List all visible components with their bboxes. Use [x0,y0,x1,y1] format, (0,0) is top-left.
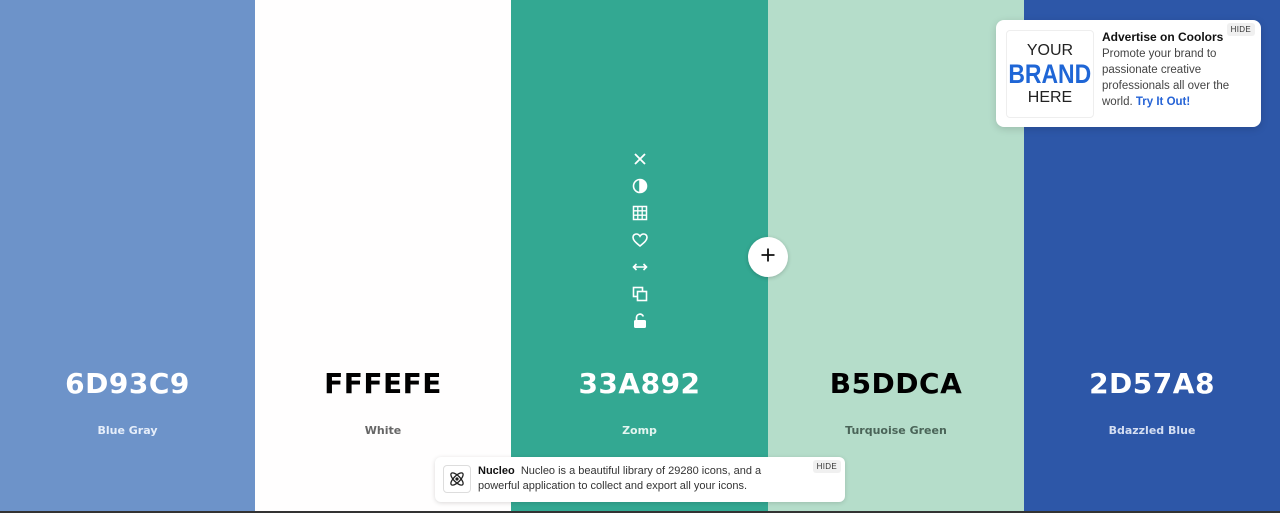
atom-icon[interactable] [443,465,471,493]
nucleo-ad: Nucleo Nucleo is a beautiful library of … [435,457,845,502]
swatch-zomp[interactable]: 33A892 Zomp [511,0,768,513]
color-name[interactable]: Zomp [511,424,768,437]
drag-horizontal-icon[interactable] [631,258,649,276]
nucleo-text: Nucleo Nucleo is a beautiful library of … [478,464,798,494]
close-icon[interactable] [631,150,649,168]
unlock-icon[interactable] [631,312,649,330]
hide-nucleo-button[interactable]: HIDE [812,460,841,473]
logo-line: BRAND [1008,58,1092,89]
hex-code[interactable]: 33A892 [511,367,768,400]
plus-icon [760,247,776,268]
hex-code[interactable]: 6D93C9 [0,367,255,400]
brand-logo[interactable]: YOUR BRAND HERE [1006,30,1094,118]
swatch-white[interactable]: FFFEFE White [255,0,511,513]
add-color-button[interactable] [748,237,788,277]
color-name[interactable]: Turquoise Green [768,424,1024,437]
copy-icon[interactable] [631,285,649,303]
try-it-out-link[interactable]: Try It Out! [1136,96,1190,108]
swatch-turquoise-green[interactable]: B5DDCA Turquoise Green [768,0,1024,513]
swatch-toolbar [631,150,649,330]
hex-code[interactable]: B5DDCA [768,367,1024,400]
color-name[interactable]: Blue Gray [0,424,255,437]
heart-icon[interactable] [631,231,649,249]
grid-icon[interactable] [631,204,649,222]
ad-text: Promote your brand to passionate creativ… [1102,46,1250,110]
nucleo-body: Nucleo is a beautiful library of 29280 i… [478,465,762,492]
logo-line: HERE [1027,88,1073,106]
nucleo-title[interactable]: Nucleo [478,465,515,477]
logo-line: YOUR [1026,41,1074,59]
color-name[interactable]: White [255,424,511,437]
hex-code[interactable]: 2D57A8 [1024,367,1280,400]
swatch-blue-gray[interactable]: 6D93C9 Blue Gray [0,0,255,513]
hide-ad-button[interactable]: HIDE [1226,23,1255,36]
ad-card: YOUR BRAND HERE Advertise on Coolors Pro… [996,20,1261,127]
contrast-icon[interactable] [631,177,649,195]
hex-code[interactable]: FFFEFE [255,367,511,400]
ad-title: Advertise on Coolors [1102,30,1224,44]
color-name[interactable]: Bdazzled Blue [1024,424,1280,437]
